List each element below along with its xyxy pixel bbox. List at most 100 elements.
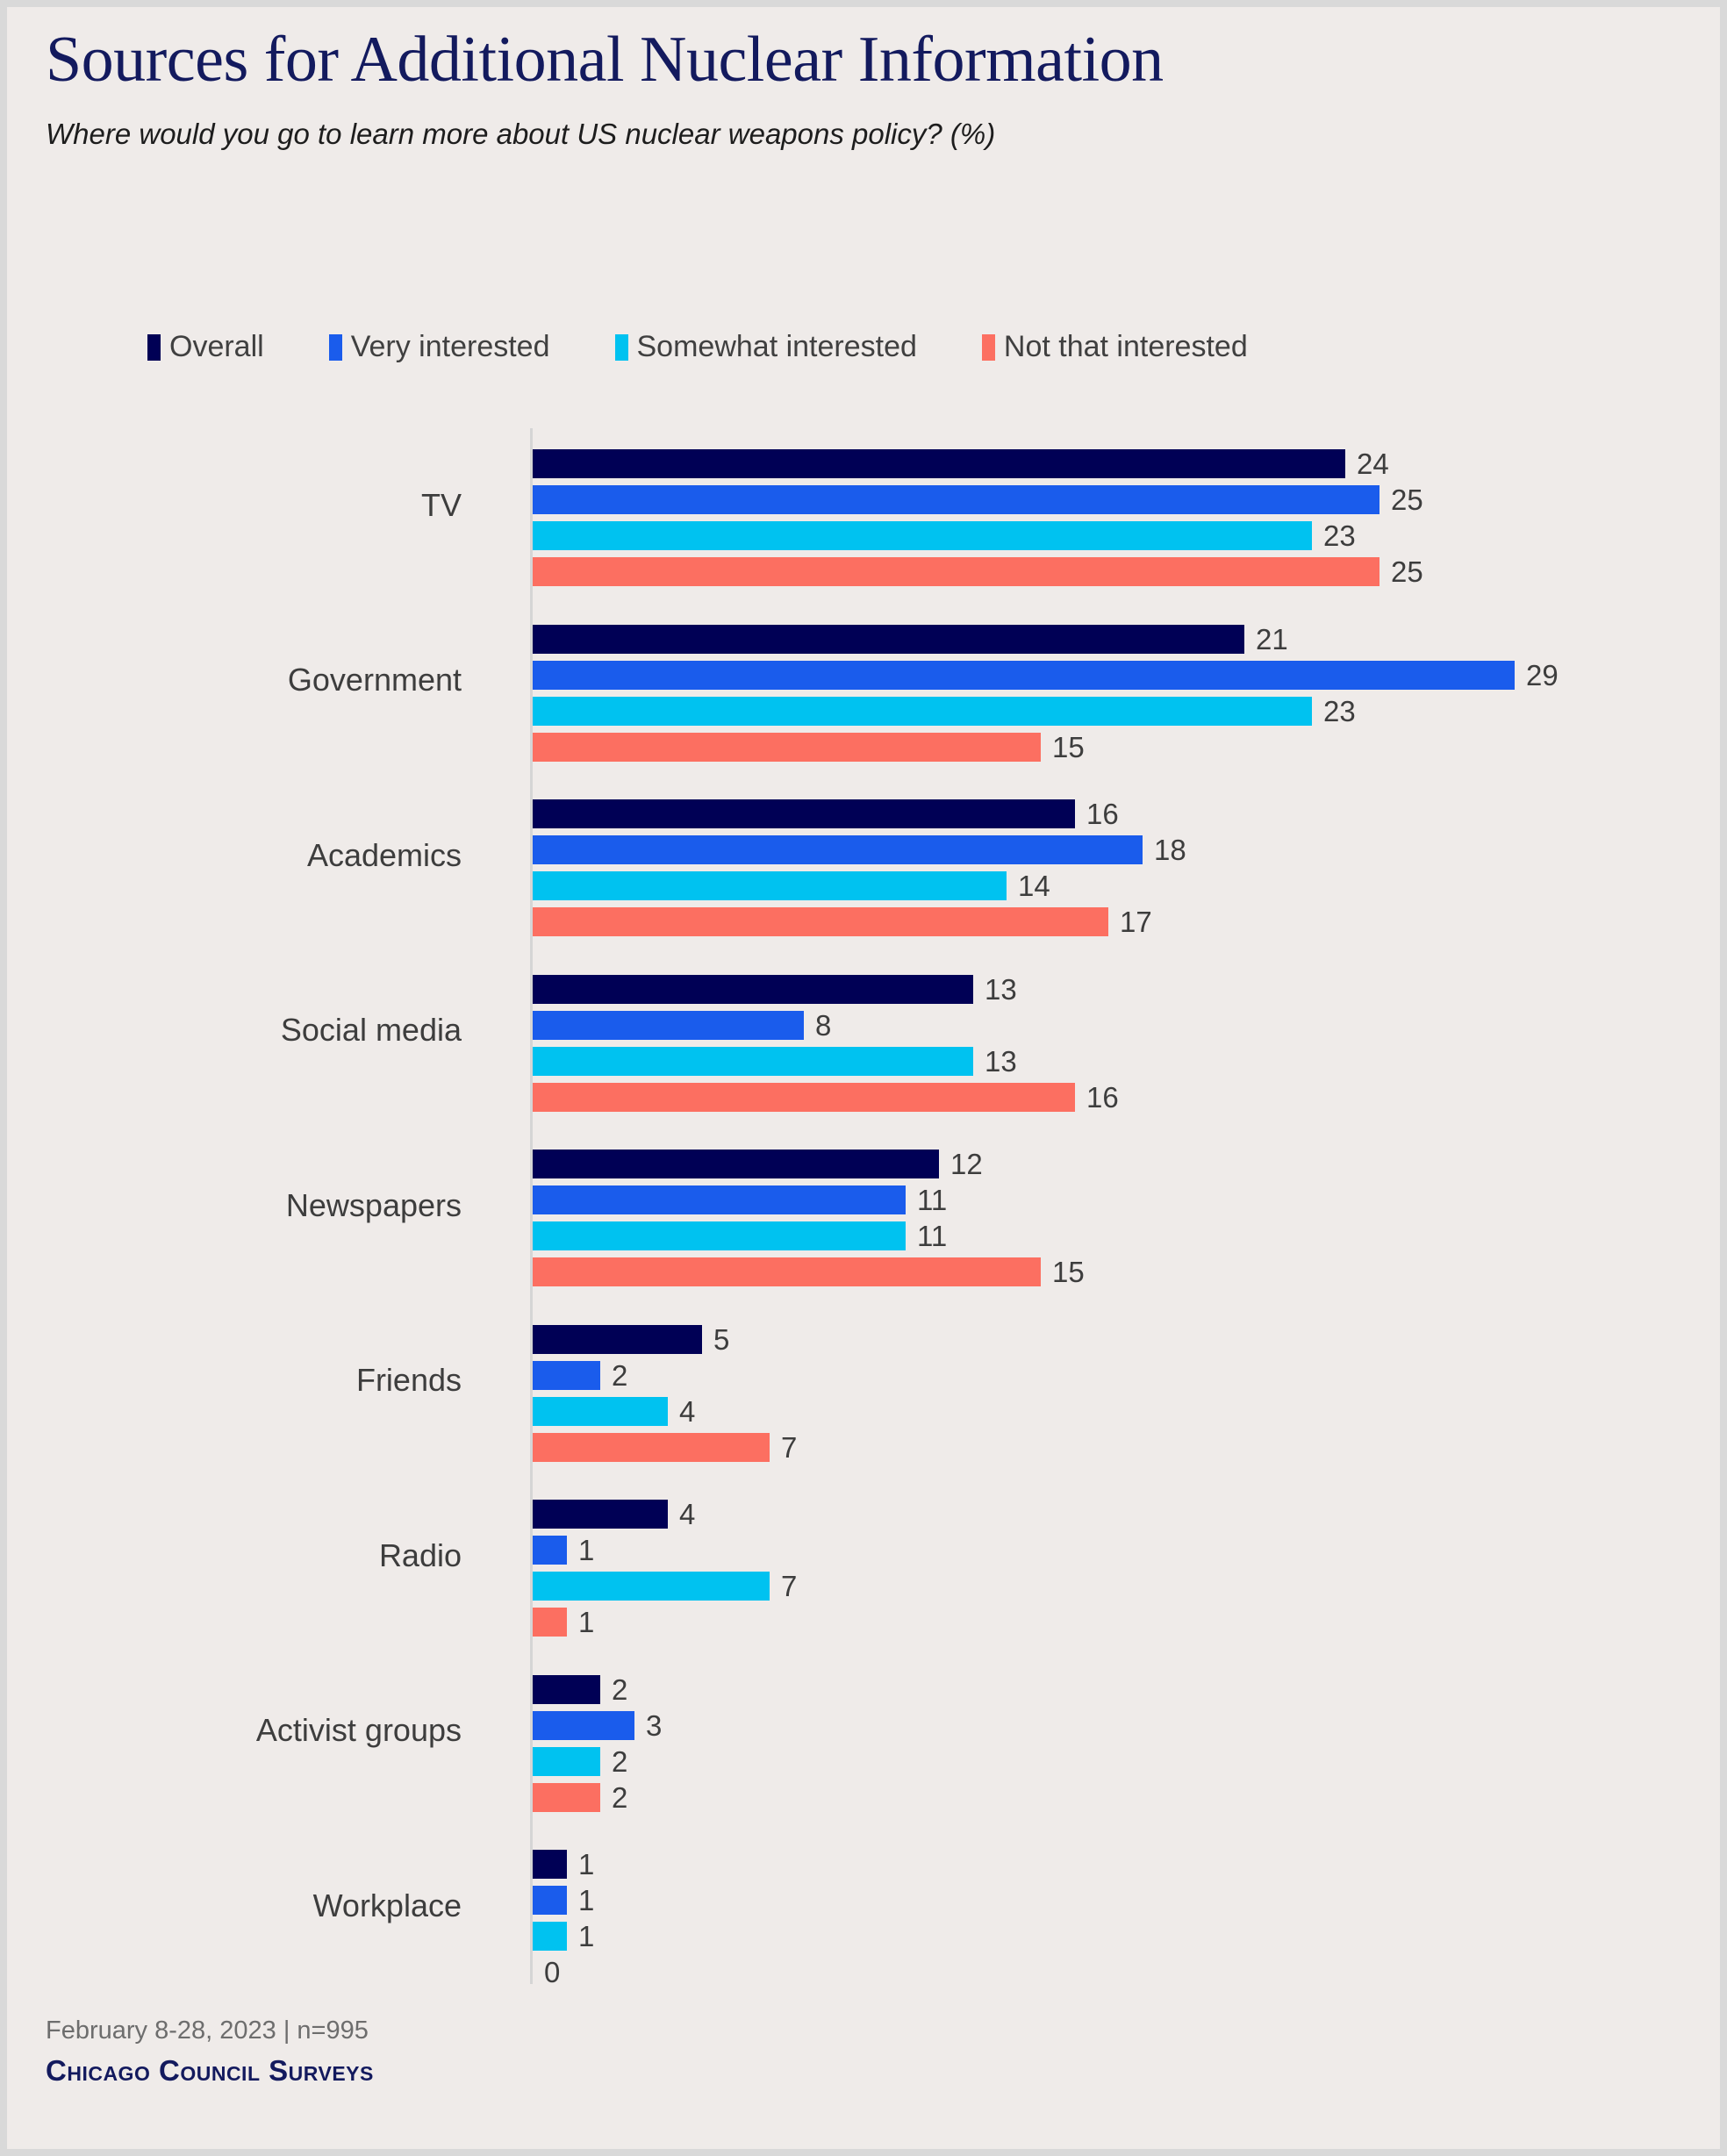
bar-row[interactable]: 2 [533, 1358, 628, 1392]
bar-row[interactable]: 23 [533, 521, 1356, 550]
category-label: Social media [280, 1012, 462, 1048]
bar-row[interactable]: 14 [533, 871, 1050, 900]
bar[interactable] [533, 1850, 567, 1879]
bar[interactable] [533, 1500, 668, 1529]
legend-item-label: Not that interested [1003, 330, 1248, 363]
bar-row[interactable]: 15 [533, 1257, 1085, 1286]
bar-row[interactable]: 11 [533, 1185, 947, 1214]
bar[interactable] [533, 1082, 1075, 1112]
category-label: Government [287, 662, 462, 698]
bar[interactable] [533, 485, 1379, 514]
bar[interactable] [533, 1782, 600, 1812]
bar-row[interactable]: 2 [533, 1782, 627, 1812]
bar-row[interactable]: 1 [533, 1536, 594, 1565]
bar[interactable] [533, 1572, 770, 1601]
bar-value-label: 7 [781, 1570, 798, 1602]
bar[interactable] [533, 1746, 600, 1776]
bar-row[interactable]: 4 [533, 1394, 696, 1428]
legend-item[interactable]: Overall [147, 330, 264, 364]
bar[interactable] [533, 557, 1379, 586]
bar[interactable] [533, 1536, 567, 1565]
category-label: Radio [378, 1536, 462, 1573]
bar-group: Activist groups 2 3 2 2 [7, 1654, 1720, 1812]
bar-row[interactable]: 7 [533, 1432, 797, 1462]
bar[interactable] [533, 1922, 567, 1951]
bar-row[interactable]: 25 [533, 557, 1423, 586]
bar-value-label: 13 [985, 972, 1017, 1006]
bar-value-label: 4 [679, 1498, 696, 1530]
bar[interactable] [533, 1221, 906, 1250]
bar[interactable] [533, 624, 1244, 654]
bar[interactable] [533, 1185, 906, 1214]
bar[interactable] [533, 799, 1075, 828]
bar[interactable] [533, 1150, 939, 1178]
legend-item[interactable]: Not that interested [981, 330, 1248, 364]
category-label: Friends [355, 1362, 462, 1398]
bar-row[interactable]: 24 [533, 449, 1389, 478]
bar[interactable] [533, 1010, 804, 1040]
bar-value-label: 1 [578, 1920, 595, 1952]
bar-row[interactable]: 13 [533, 972, 1017, 1006]
bar[interactable] [533, 1886, 567, 1915]
bar-row[interactable]: 16 [533, 799, 1119, 828]
legend-item-label: Overall [169, 330, 264, 363]
bar[interactable] [533, 1432, 770, 1462]
bar-row[interactable]: 23 [533, 694, 1356, 727]
bar-row[interactable]: 17 [533, 907, 1152, 936]
bar-row[interactable]: 1 [533, 1886, 594, 1915]
chart-footer: February 8-28, 2023 | n=995 Chicago Coun… [46, 2016, 374, 2088]
bar[interactable] [533, 696, 1312, 726]
bar[interactable] [533, 1608, 567, 1637]
bar[interactable] [533, 1257, 1041, 1286]
bar[interactable] [533, 1046, 973, 1076]
bar-row[interactable]: 2 [533, 1674, 627, 1704]
legend-item[interactable]: Very interested [328, 330, 550, 364]
category-label: Workplace [312, 1887, 462, 1923]
legend-swatch-icon [328, 333, 342, 361]
bar-row[interactable]: 1 [533, 1922, 594, 1951]
bar-row[interactable]: 1 [533, 1850, 594, 1879]
bar-row[interactable]: 29 [533, 660, 1559, 690]
bar-row[interactable]: 18 [533, 835, 1186, 864]
bar-value-label: 23 [1323, 694, 1356, 727]
bar-row[interactable]: 4 [533, 1500, 695, 1529]
bar-row[interactable]: 7 [533, 1572, 797, 1601]
bar[interactable] [533, 732, 1041, 762]
bar-row[interactable]: 2 [533, 1746, 627, 1776]
bar[interactable] [533, 1674, 600, 1704]
bar[interactable] [533, 1324, 702, 1354]
category-label: Newspapers [285, 1186, 462, 1223]
bar[interactable] [533, 660, 1515, 690]
bar-value-label: 2 [612, 1358, 628, 1392]
bar-value-label: 17 [1120, 906, 1152, 938]
bar-value-label: 4 [679, 1394, 696, 1428]
bar-row[interactable]: 16 [533, 1082, 1119, 1112]
bar[interactable] [533, 974, 973, 1004]
bar-value-label: 11 [917, 1184, 948, 1216]
bar[interactable] [533, 449, 1345, 478]
bar-row[interactable]: 3 [533, 1710, 662, 1740]
bar-group: Newspapers 12 11 11 15 [7, 1128, 1720, 1286]
bar-row[interactable]: 8 [533, 1008, 832, 1042]
bar[interactable] [533, 835, 1143, 864]
bar-row[interactable]: 15 [533, 732, 1085, 762]
chart-plot-area: TV 24 25 23 25 Government 21 29 23 15 Academics 16 1… [7, 428, 1720, 1999]
bar[interactable] [533, 871, 1007, 900]
bar[interactable] [533, 521, 1312, 550]
bar-row[interactable]: 12 [533, 1150, 983, 1178]
bar[interactable] [533, 1710, 634, 1740]
bar-row[interactable]: 1 [533, 1608, 594, 1637]
bar-row[interactable]: 13 [533, 1046, 1017, 1076]
bar[interactable] [533, 907, 1108, 936]
legend-item[interactable]: Somewhat interested [614, 330, 917, 364]
bar[interactable] [533, 1396, 668, 1426]
chart-title: Sources for Additional Nuclear Informati… [46, 24, 1164, 96]
bar-row[interactable]: 25 [533, 485, 1423, 514]
bar-row[interactable]: 0 [533, 1958, 560, 1987]
bar-row[interactable]: 11 [533, 1221, 947, 1250]
bar-row[interactable]: 5 [533, 1324, 729, 1354]
bar-value-label: 8 [815, 1008, 832, 1042]
bar-row[interactable]: 21 [533, 624, 1288, 654]
bar-group: Government 21 29 23 15 [7, 604, 1720, 762]
bar[interactable] [533, 1360, 600, 1390]
